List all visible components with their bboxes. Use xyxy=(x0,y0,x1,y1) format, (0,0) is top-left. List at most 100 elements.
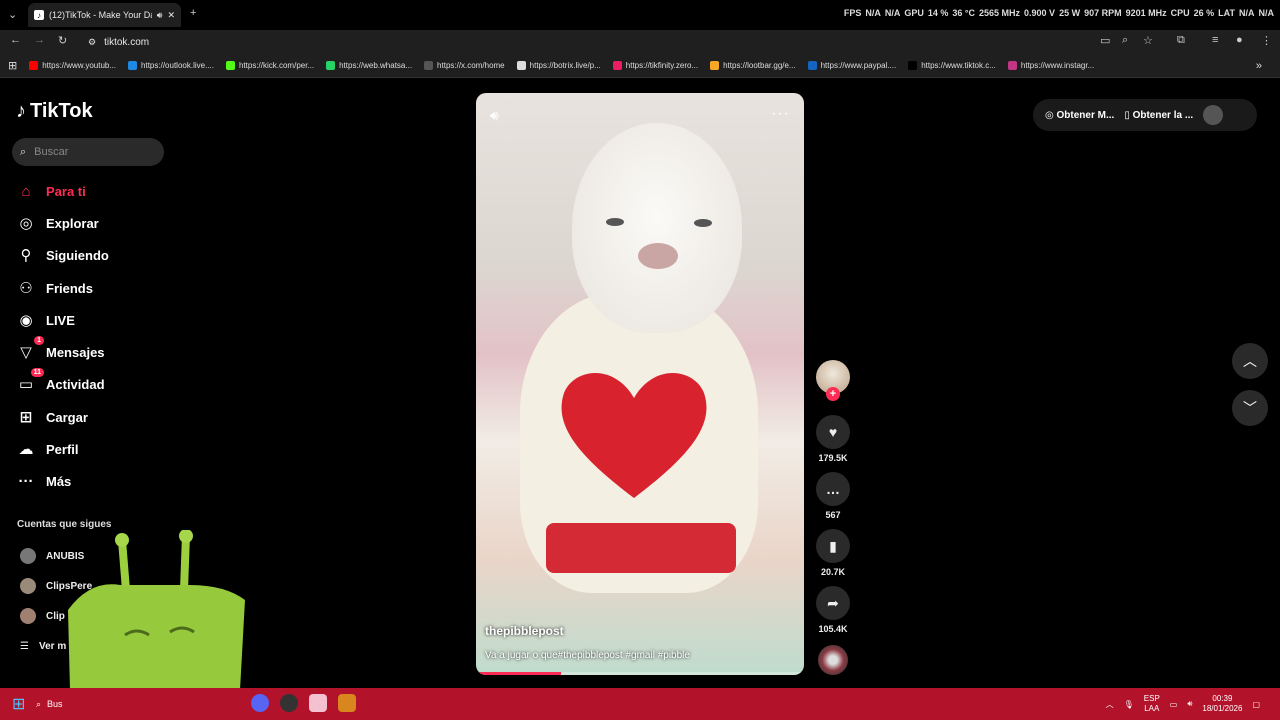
search-input[interactable]: ⌕ Buscar xyxy=(12,138,164,166)
taskbar-search[interactable]: ⌕ Bus xyxy=(36,693,66,715)
sidebar-item-ms[interactable]: ··· Más xyxy=(16,470,72,492)
more-options-icon[interactable]: ··· xyxy=(771,105,790,123)
bookmark-label: https://x.com/home xyxy=(437,61,505,70)
sidebar-item-explorar[interactable]: ◎ Explorar xyxy=(16,212,98,234)
following-account[interactable]: Clip xyxy=(20,608,65,624)
follow-plus-icon[interactable]: + xyxy=(826,387,840,401)
bookmark-label: https://tikfinity.zero... xyxy=(625,61,699,70)
share-action[interactable]: ➦ 105.4K xyxy=(816,586,850,634)
video-username[interactable]: thepibblepost xyxy=(485,624,564,638)
volume-icon[interactable]: 🔊︎ xyxy=(490,107,499,124)
heart-knit-pattern xyxy=(561,373,707,498)
bookmark-item[interactable]: https://tikfinity.zero... xyxy=(612,61,699,70)
volume-icon[interactable]: 🔊︎ xyxy=(1187,699,1192,709)
bookmark-item[interactable]: https://x.com/home xyxy=(424,61,505,70)
site-info-icon[interactable]: ⚙ xyxy=(88,37,96,48)
discord-icon[interactable] xyxy=(251,694,269,712)
tab-close-icon[interactable]: ✕ xyxy=(167,10,175,21)
bookmarks-bar: ⊞ https://www.youtub... https://outlook.l… xyxy=(0,54,1280,78)
bookmark-label: https://lootbar.gg/e... xyxy=(723,61,796,70)
share-icon[interactable]: ➦ xyxy=(816,586,850,620)
sidebar-item-actividad[interactable]: ▭ 11 Actividad xyxy=(16,368,105,395)
user-follow-icon: ⚲ xyxy=(20,247,32,264)
hud-value: 0.900 V xyxy=(1024,8,1056,18)
url-field[interactable]: ⚙ tiktok.com xyxy=(80,32,1170,52)
back-icon[interactable]: ← xyxy=(10,34,21,46)
previous-video-button[interactable]: ︿ xyxy=(1232,343,1268,379)
comment-icon[interactable]: … xyxy=(816,472,850,506)
obs-icon[interactable] xyxy=(280,694,298,712)
sidebar-item-cargar[interactable]: ⊞ Cargar xyxy=(16,406,88,428)
performance-overlay: FPS N/A N/A GPU 14 % 36 °C 2565 MHz 0.900 V 25 W… xyxy=(844,8,1274,18)
save-count: 20.7K xyxy=(820,567,846,577)
windows-taskbar xyxy=(0,688,1280,720)
extensions-icon[interactable]: ⧉ xyxy=(1177,34,1185,47)
heart-icon[interactable]: ♥ xyxy=(816,415,850,449)
bookmark-icon[interactable]: ▮ xyxy=(816,529,850,563)
microphone-icon[interactable]: 🎙︎ xyxy=(1124,700,1134,709)
bookmark-favicon-icon xyxy=(516,61,526,70)
apps-grid-icon[interactable]: ⊞ xyxy=(8,59,17,72)
browser-tab[interactable]: ♪ (12)TikTok - Make Your Day 🔊︎ ✕ xyxy=(28,3,181,27)
notification-badge: 11 xyxy=(30,368,44,377)
puppy-eye-right xyxy=(694,219,712,227)
app-icon[interactable] xyxy=(309,694,327,712)
bookmark-item[interactable]: https://botrix.live/p... xyxy=(516,61,601,70)
get-app-button[interactable]: ▯ Obtener la ... xyxy=(1124,110,1193,121)
sidebar-item-mensajes[interactable]: ▽ 1 Mensajes xyxy=(16,336,105,363)
speaker-icon[interactable]: 🔊︎ xyxy=(157,10,163,21)
tray-expand-icon[interactable]: ︿ xyxy=(1106,699,1114,710)
bookmark-item[interactable]: https://www.youtub... xyxy=(29,61,116,70)
lang-bottom: LAA xyxy=(1144,704,1160,713)
bookmark-item[interactable]: https://web.whatsa... xyxy=(326,61,412,70)
hud-value: N/A xyxy=(865,8,881,18)
sidebar-item-parati[interactable]: ⌂ Para ti xyxy=(16,180,85,202)
notification-icon[interactable]: ▢ xyxy=(1252,700,1260,709)
bookmark-favicon-icon xyxy=(225,61,235,70)
get-coins-button[interactable]: ◎ Obtener M... xyxy=(1045,110,1114,121)
app-4-icon[interactable] xyxy=(338,694,356,712)
comment-action[interactable]: … 567 xyxy=(816,472,850,520)
bookmark-star-icon[interactable]: ☆ xyxy=(1143,34,1153,47)
cast-icon[interactable]: ▭ xyxy=(1100,34,1110,47)
video-player[interactable]: 🔊︎ ··· thepibblepost Va a jugar o que#th… xyxy=(476,93,804,675)
sidebar-item-live[interactable]: ◉ LIVE xyxy=(16,309,74,331)
bookmark-item[interactable]: https://kick.com/per... xyxy=(225,61,314,70)
bookmark-item[interactable]: https://outlook.live.... xyxy=(128,61,214,70)
new-tab-button[interactable]: + xyxy=(190,7,196,19)
video-caption[interactable]: Va a jugar o que#thepibblepost #gmail #p… xyxy=(485,650,690,661)
browser-menu-icon[interactable]: ⋮ xyxy=(1261,34,1272,47)
header-actions: ◎ Obtener M... ▯ Obtener la ... xyxy=(1033,99,1257,131)
sidebar-item-perfil[interactable]: ☁ Perfil xyxy=(16,438,79,460)
time: 00:39 xyxy=(1212,694,1233,703)
sidebar-item-siguiendo[interactable]: ⚲ Siguiendo xyxy=(16,244,109,266)
next-video-button[interactable]: ﹀ xyxy=(1232,390,1268,426)
bookmark-favicon-icon xyxy=(710,61,720,70)
notification-badge: 1 xyxy=(34,336,44,345)
profile-avatar-icon[interactable]: ● xyxy=(1236,34,1243,46)
network-icon[interactable]: ▭ xyxy=(1170,700,1178,709)
media-control-icon[interactable]: ≡ xyxy=(1212,34,1218,46)
windows-start-icon[interactable]: ⊞ xyxy=(12,694,25,714)
bookmark-label: https://botrix.live/p... xyxy=(529,61,601,70)
music-disc-icon[interactable] xyxy=(818,645,848,675)
language-indicator[interactable]: ESP LAA xyxy=(1144,694,1160,714)
hud-value: LAT xyxy=(1218,8,1235,18)
clock[interactable]: 00:39 18/01/2026 xyxy=(1202,694,1242,714)
reload-icon[interactable]: ↻ xyxy=(58,34,67,47)
bookmark-item[interactable]: https://lootbar.gg/e... xyxy=(710,61,796,70)
bookmark-item[interactable]: https://www.paypal.... xyxy=(807,61,896,70)
bookmark-item[interactable]: https://www.instagr... xyxy=(1007,61,1094,70)
like-action[interactable]: ♥ 179.5K xyxy=(816,415,850,463)
sidebar-item-friends[interactable]: ⚇ Friends xyxy=(16,277,93,299)
tab-list-icon[interactable]: ⌄ xyxy=(8,8,17,21)
user-avatar[interactable] xyxy=(1203,105,1224,125)
forward-icon[interactable]: → xyxy=(34,34,45,46)
search-placeholder: Buscar xyxy=(34,146,69,158)
tiktok-logo[interactable]: ♪ TikTok xyxy=(16,100,93,123)
bookmarks-overflow-icon[interactable]: » xyxy=(1256,60,1262,72)
zoom-icon[interactable]: ⌕ xyxy=(1122,34,1128,47)
hud-value: 907 RPM xyxy=(1084,8,1122,18)
bookmark-item[interactable]: https://www.tiktok.c... xyxy=(908,61,996,70)
save-action[interactable]: ▮ 20.7K xyxy=(816,529,850,577)
